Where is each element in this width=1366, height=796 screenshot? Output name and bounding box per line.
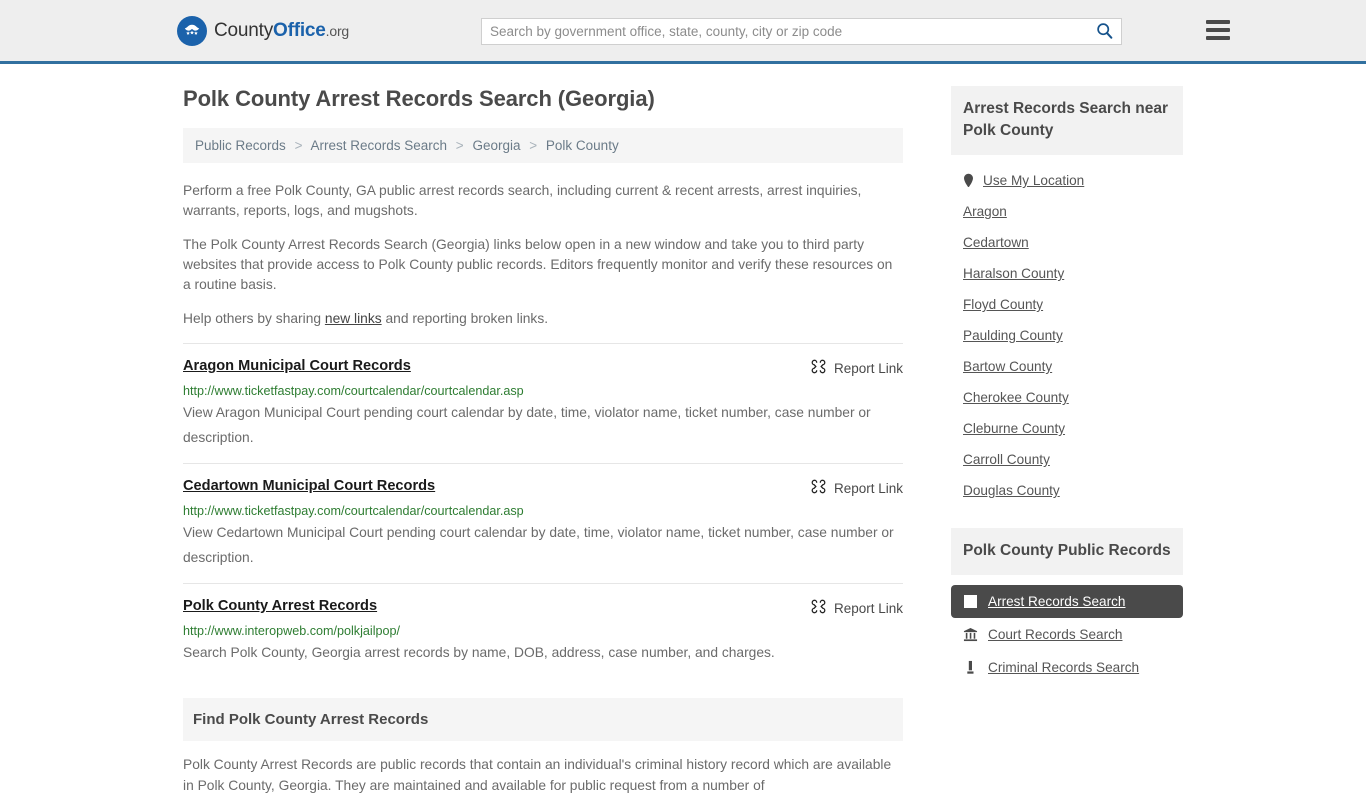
sidebar-item-carroll-county[interactable]: Carroll County (951, 444, 1183, 475)
nearby-label[interactable]: Floyd County (963, 297, 1043, 312)
breadcrumb-separator: > (294, 138, 303, 153)
sidebar-item-haralson-county[interactable]: Haralson County (951, 258, 1183, 289)
sidebar-item-bartow-county[interactable]: Bartow County (951, 351, 1183, 382)
result-description: View Aragon Municipal Court pending cour… (183, 405, 871, 445)
logo-county: County (214, 20, 274, 41)
sidebar-item-aragon[interactable]: Aragon (951, 196, 1183, 227)
public-records-label[interactable]: Criminal Records Search (988, 660, 1139, 675)
nearby-label[interactable]: Paulding County (963, 328, 1063, 343)
report-link-label: Report Link (833, 480, 903, 496)
nearby-search-heading: Arrest Records Search near Polk County (951, 86, 1183, 155)
intro-section: Perform a free Polk County, GA public ar… (183, 181, 903, 329)
new-links-link[interactable]: new links (325, 311, 382, 326)
search-button[interactable] (1087, 19, 1121, 44)
nearby-label[interactable]: Bartow County (963, 359, 1052, 374)
eagle-shield-logo-icon (177, 16, 207, 46)
main-content: Polk County Arrest Records Search (Georg… (183, 86, 903, 796)
sidebar-item-criminal-records-search[interactable]: Criminal Records Search (951, 651, 1183, 684)
breadcrumb-item-polk-county[interactable]: Polk County (546, 138, 619, 153)
courthouse-icon (963, 627, 978, 642)
result-title-link[interactable]: Polk County Arrest Records (183, 598, 377, 614)
sidebar-item-floyd-county[interactable]: Floyd County (951, 289, 1183, 320)
result-item: Aragon Municipal Court Records Report Li… (183, 343, 903, 463)
result-title-link[interactable]: Aragon Municipal Court Records (183, 358, 411, 374)
breadcrumb-item-arrest-records-search[interactable]: Arrest Records Search (310, 138, 447, 153)
result-description: View Cedartown Municipal Court pending c… (183, 525, 894, 565)
sidebar-item-cedartown[interactable]: Cedartown (951, 227, 1183, 258)
sidebar-item-cleburne-county[interactable]: Cleburne County (951, 413, 1183, 444)
public-records-list: Arrest Records Search Court Records Sear… (951, 585, 1183, 684)
sidebar-item-use-my-location[interactable]: Use My Location (951, 165, 1183, 196)
page-container: Polk County Arrest Records Search (Georg… (183, 64, 1183, 796)
nearby-label[interactable]: Douglas County (963, 483, 1060, 498)
broken-link-icon (811, 359, 826, 377)
find-records-heading: Find Polk County Arrest Records (183, 698, 903, 741)
search-bar[interactable] (481, 18, 1122, 45)
result-url[interactable]: http://www.interopweb.com/polkjailpop/ (183, 624, 903, 639)
report-link-label: Report Link (833, 360, 903, 376)
search-icon (1096, 22, 1113, 42)
breadcrumb: Public Records > Arrest Records Search >… (183, 128, 903, 163)
breadcrumb-separator: > (529, 138, 538, 153)
broken-link-icon (811, 479, 826, 497)
find-records-body: Polk County Arrest Records are public re… (183, 757, 892, 793)
nearby-label[interactable]: Cedartown (963, 235, 1029, 250)
breadcrumb-item-georgia[interactable]: Georgia (472, 138, 520, 153)
site-logo[interactable]: CountyOffice.org (177, 16, 349, 46)
sidebar-item-arrest-records-search[interactable]: Arrest Records Search (951, 585, 1183, 618)
intro-paragraph-2: The Polk County Arrest Records Search (G… (183, 237, 893, 292)
nearby-links-list: Use My Location Aragon Cedartown Haralso… (951, 155, 1183, 506)
nearby-label[interactable]: Aragon (963, 204, 1007, 219)
result-url[interactable]: http://www.ticketfastpay.com/courtcalend… (183, 384, 903, 399)
result-item: Cedartown Municipal Court Records Report… (183, 463, 903, 583)
help-share-paragraph: Help others by sharing new links and rep… (183, 309, 903, 329)
result-url[interactable]: http://www.ticketfastpay.com/courtcalend… (183, 504, 903, 519)
square-icon (963, 594, 978, 609)
search-input[interactable] (482, 19, 1087, 44)
result-description: Search Polk County, Georgia arrest recor… (183, 645, 775, 660)
result-title-link[interactable]: Cedartown Municipal Court Records (183, 478, 435, 494)
nearby-label[interactable]: Carroll County (963, 452, 1050, 467)
use-my-location-label[interactable]: Use My Location (983, 173, 1084, 188)
report-link-button[interactable]: Report Link (811, 478, 903, 497)
help-suffix: and reporting broken links. (381, 311, 549, 326)
broken-link-icon (811, 599, 826, 617)
sidebar-item-court-records-search[interactable]: Court Records Search (951, 618, 1183, 651)
help-prefix: Help others by sharing (183, 311, 325, 326)
map-pin-icon (963, 173, 974, 188)
gavel-icon (963, 660, 978, 675)
sidebar-item-cherokee-county[interactable]: Cherokee County (951, 382, 1183, 413)
nearby-label[interactable]: Cleburne County (963, 421, 1065, 436)
breadcrumb-item-public-records[interactable]: Public Records (195, 138, 286, 153)
report-link-label: Report Link (833, 600, 903, 616)
nearby-label[interactable]: Cherokee County (963, 390, 1069, 405)
report-link-button[interactable]: Report Link (811, 598, 903, 617)
result-item: Polk County Arrest Records Report Link h… (183, 583, 903, 678)
logo-office: Office (273, 20, 326, 41)
sidebar-item-paulding-county[interactable]: Paulding County (951, 320, 1183, 351)
sidebar-item-douglas-county[interactable]: Douglas County (951, 475, 1183, 506)
page-title: Polk County Arrest Records Search (Georg… (183, 86, 655, 111)
public-records-label[interactable]: Arrest Records Search (988, 594, 1126, 609)
nearby-label[interactable]: Haralson County (963, 266, 1064, 281)
public-records-label[interactable]: Court Records Search (988, 627, 1122, 642)
report-link-button[interactable]: Report Link (811, 358, 903, 377)
sidebar: Arrest Records Search near Polk County U… (951, 86, 1183, 796)
public-records-heading: Polk County Public Records (951, 528, 1183, 575)
breadcrumb-separator: > (455, 138, 464, 153)
intro-paragraph-1: Perform a free Polk County, GA public ar… (183, 183, 862, 218)
logo-wordmark: CountyOffice.org (214, 20, 349, 42)
hamburger-menu-icon[interactable] (1206, 20, 1230, 40)
logo-org: .org (325, 23, 350, 39)
site-header: CountyOffice.org (0, 0, 1366, 64)
